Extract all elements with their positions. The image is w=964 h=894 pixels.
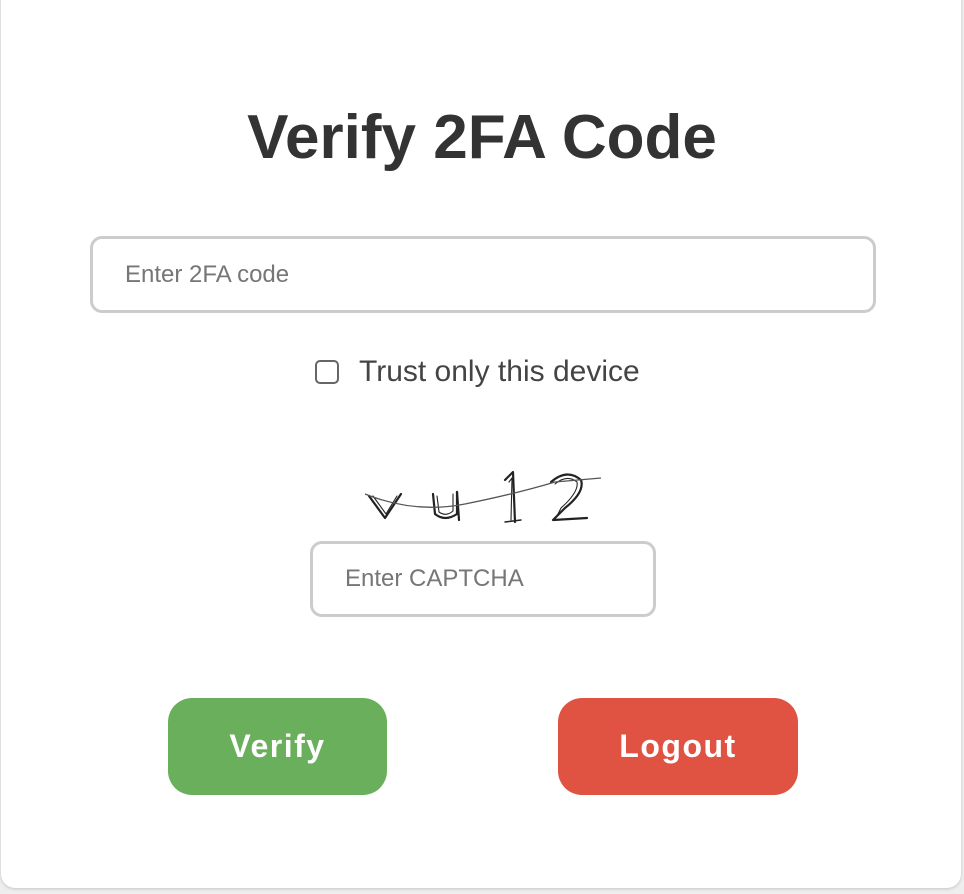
2fa-code-input[interactable] bbox=[90, 236, 876, 313]
captcha-input[interactable] bbox=[310, 541, 656, 617]
verify-2fa-card: Verify 2FA Code Trust only this device v… bbox=[1, 0, 961, 888]
page-title: Verify 2FA Code bbox=[247, 103, 717, 172]
logout-button[interactable]: Logout bbox=[558, 698, 798, 795]
captcha-image: vu12 bbox=[364, 470, 602, 524]
trust-device-label: Trust only this device bbox=[359, 355, 640, 388]
verify-button[interactable]: Verify bbox=[168, 698, 387, 795]
trust-device-checkbox[interactable] bbox=[315, 360, 339, 384]
trust-device-row[interactable]: Trust only this device bbox=[315, 352, 640, 392]
